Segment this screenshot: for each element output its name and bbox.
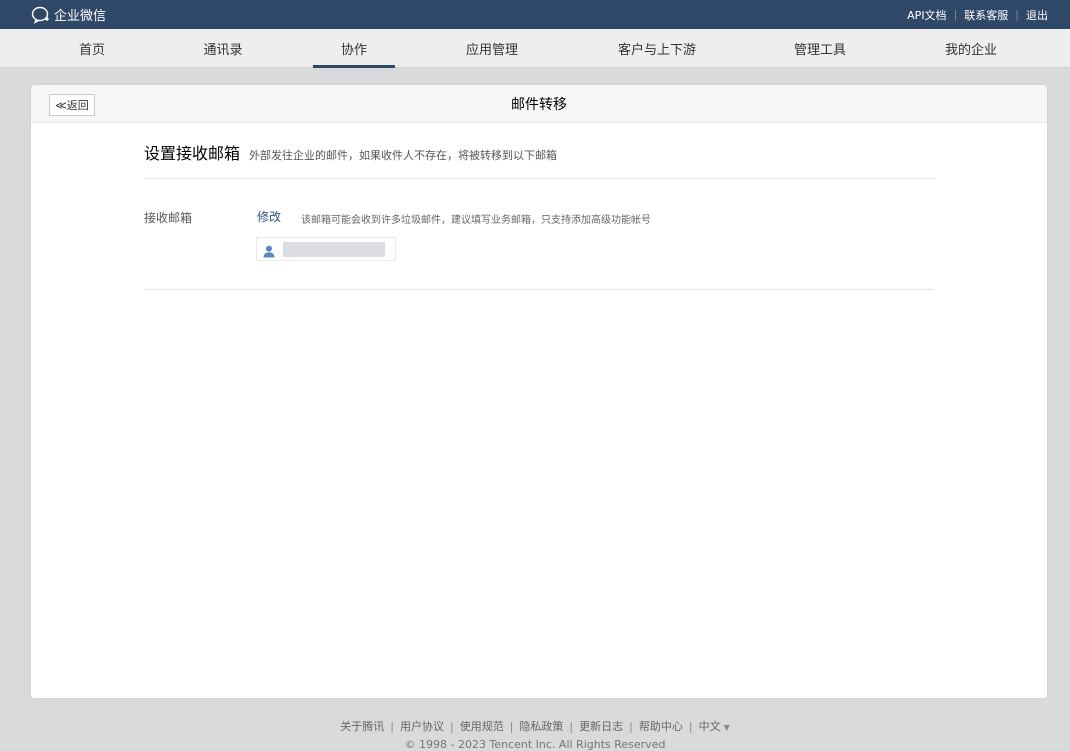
nav-tab-my-enterprise[interactable]: 我的企业 bbox=[931, 29, 1011, 68]
section-title: 设置接收邮箱 bbox=[144, 144, 241, 163]
footer-link-usage-rules[interactable]: 使用规范 bbox=[460, 720, 504, 733]
nav-tab-app-management[interactable]: 应用管理 bbox=[452, 29, 532, 68]
back-button[interactable]: ≪返回 bbox=[49, 94, 95, 116]
modify-link[interactable]: 修改 bbox=[257, 208, 281, 225]
brand-name: 企业微信 bbox=[54, 9, 107, 24]
language-selector[interactable]: 中文 bbox=[699, 720, 721, 733]
footer-link-user-agreement[interactable]: 用户协议 bbox=[400, 720, 444, 733]
footer-separator: | bbox=[629, 720, 633, 733]
footer-separator: | bbox=[569, 720, 574, 733]
footer-link-help[interactable]: 帮助中心 bbox=[639, 720, 683, 733]
nav-tab-home[interactable]: 首页 bbox=[52, 29, 132, 68]
copyright: © 1998 - 2023 Tencent Inc. All Rights Re… bbox=[404, 738, 666, 751]
footer-links: 关于腾讯 | 用户协议 | 使用规范 | 隐私政策 | 更新日志 | 帮助中心 | 中文 ▼ bbox=[0, 718, 1070, 734]
logout-link[interactable]: 退出 bbox=[1026, 7, 1048, 23]
receive-mailbox-member[interactable] bbox=[256, 237, 396, 261]
footer-separator: | bbox=[688, 720, 693, 733]
mail-transfer-panel: 邮件转移 ≪返回 设置接收邮箱 外部发往企业的邮件，如果收件人不存在，将被转移到… bbox=[31, 85, 1047, 698]
nav-tab-contacts[interactable]: 通讯录 bbox=[183, 29, 263, 68]
footer-link-changelog[interactable]: 更新日志 bbox=[579, 720, 623, 733]
footer-separator: | bbox=[509, 720, 514, 733]
user-icon bbox=[263, 243, 275, 257]
section-description: 外部发往企业的邮件，如果收件人不存在，将被转移到以下邮箱 bbox=[249, 149, 558, 162]
masked-email bbox=[283, 241, 385, 257]
mailbox-hint: 该邮箱可能会收到许多垃圾邮件，建议填写业务邮箱，只支持添加高级功能帐号 bbox=[301, 215, 651, 226]
panel-header: 邮件转移 ≪返回 bbox=[31, 85, 1047, 123]
top-link-separator: | bbox=[1015, 8, 1019, 21]
main-nav: 首页 通讯录 协作 应用管理 客户与上下游 管理工具 我的企业 bbox=[0, 29, 1070, 68]
caret-down-icon: ▼ bbox=[723, 723, 730, 732]
brand-logo[interactable]: 企业微信 bbox=[31, 5, 106, 24]
footer-separator: | bbox=[390, 720, 394, 733]
receive-mailbox-label: 接收邮箱 bbox=[144, 211, 193, 225]
section-header: 设置接收邮箱 外部发往企业的邮件，如果收件人不存在，将被转移到以下邮箱 bbox=[144, 140, 557, 164]
divider bbox=[144, 178, 934, 179]
nav-tab-customers[interactable]: 客户与上下游 bbox=[602, 29, 712, 68]
footer-separator: | bbox=[449, 720, 454, 733]
top-link-separator: | bbox=[953, 8, 958, 21]
api-docs-link[interactable]: API文档 bbox=[907, 7, 946, 23]
footer-link-privacy[interactable]: 隐私政策 bbox=[519, 720, 563, 733]
contact-support-link[interactable]: 联系客服 bbox=[964, 7, 1008, 23]
top-bar: 企业微信 API文档 | 联系客服 | 退出 bbox=[0, 0, 1070, 29]
panel-title: 邮件转移 bbox=[511, 97, 567, 113]
wecom-logo-icon bbox=[31, 6, 51, 24]
nav-tab-collaboration[interactable]: 协作 bbox=[313, 29, 395, 68]
nav-tab-admin-tools[interactable]: 管理工具 bbox=[780, 29, 860, 68]
top-links: API文档 | 联系客服 | 退出 bbox=[907, 0, 1048, 29]
divider bbox=[144, 289, 934, 290]
footer-link-about[interactable]: 关于腾讯 bbox=[340, 720, 384, 733]
